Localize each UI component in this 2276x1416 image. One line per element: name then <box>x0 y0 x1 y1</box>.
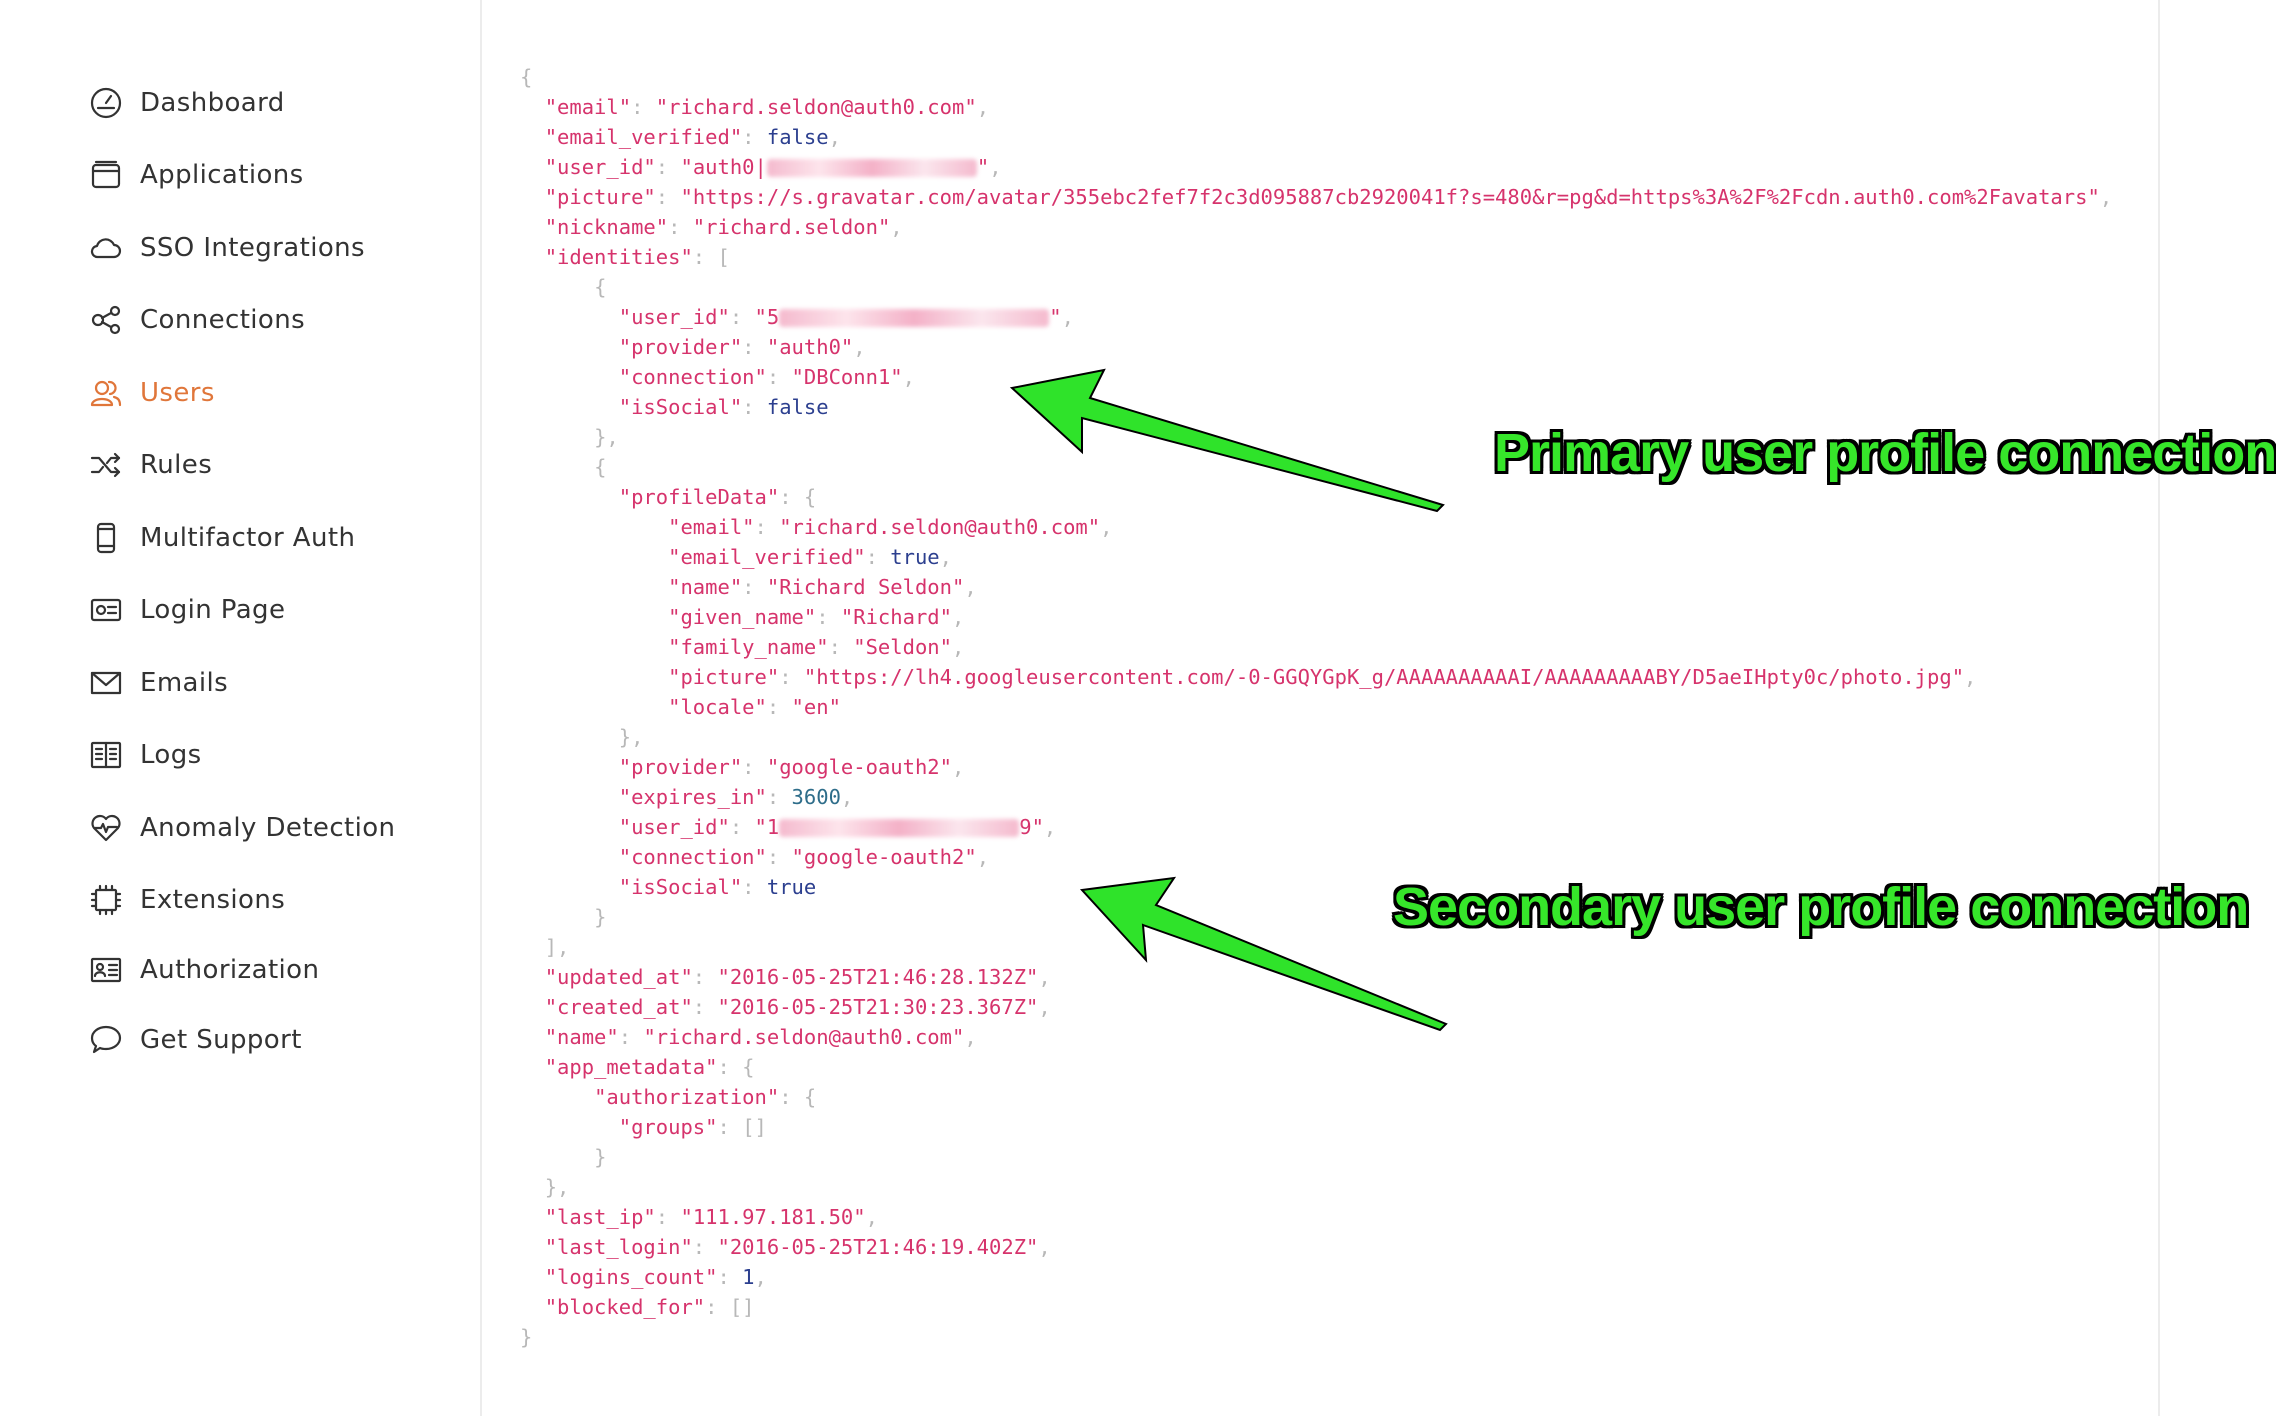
json-line: "app_metadata": { <box>544 1055 755 1079</box>
json-line: } <box>520 1325 533 1349</box>
sidebar-item-label: Rules <box>140 450 213 480</box>
sidebar-item-label: Applications <box>140 160 304 190</box>
users-icon <box>88 375 124 411</box>
json-line: "picture": "https://lh4.googleuserconten… <box>668 665 1977 689</box>
json-line: "user_id": "1 9", <box>618 815 1057 839</box>
json-line: "isSocial": false <box>618 395 829 419</box>
json-line: "provider": "google-oauth2", <box>618 755 965 779</box>
sidebar-item-logs[interactable]: Logs <box>88 733 202 777</box>
json-line: "provider": "auth0", <box>618 335 866 359</box>
chip-icon <box>88 882 124 918</box>
sidebar-item-users[interactable]: Users <box>88 371 215 415</box>
redacted-value <box>779 309 1050 327</box>
json-line: "created_at": "2016-05-25T21:30:23.367Z"… <box>544 995 1051 1019</box>
envelope-icon <box>88 665 124 701</box>
chat-bubble-icon <box>88 1022 124 1058</box>
json-line: "logins_count": 1, <box>544 1265 767 1289</box>
json-line: "last_login": "2016-05-25T21:46:19.402Z"… <box>544 1235 1051 1259</box>
sidebar: Dashboard Applications SSO Integrations … <box>0 0 482 1416</box>
sidebar-item-label: Users <box>140 378 215 408</box>
sidebar-item-dashboard[interactable]: Dashboard <box>88 81 285 125</box>
sidebar-item-label: Connections <box>140 305 306 335</box>
json-line: { <box>594 275 607 299</box>
json-line: "email_verified": true, <box>668 545 952 569</box>
user-json-viewer: { "email": "richard.seldon@auth0.com", "… <box>520 62 2140 1352</box>
json-line: "user_id": "5 ", <box>618 305 1074 329</box>
applications-icon <box>88 157 124 193</box>
json-line: "groups": [] <box>618 1115 767 1139</box>
json-line: "connection": "DBConn1", <box>618 365 915 389</box>
phone-icon <box>88 520 124 556</box>
sidebar-item-label: Anomaly Detection <box>140 813 396 843</box>
dashboard-icon <box>88 85 124 121</box>
book-icon <box>88 737 124 773</box>
redacted-value <box>766 159 977 177</box>
content-border <box>2158 0 2160 1416</box>
json-line: { <box>520 65 533 89</box>
sidebar-item-label: Logs <box>140 740 202 770</box>
sidebar-item-authorization[interactable]: Authorization <box>88 948 319 992</box>
secondary-connection-annotation: Secondary user profile connection <box>1393 877 2249 937</box>
json-line: "authorization": { <box>594 1085 817 1109</box>
redacted-value <box>779 819 1020 837</box>
json-line: "updated_at": "2016-05-25T21:46:28.132Z"… <box>544 965 1051 989</box>
sidebar-item-get-support[interactable]: Get Support <box>88 1018 302 1062</box>
connections-icon <box>88 302 124 338</box>
json-line: }, <box>618 725 644 749</box>
shuffle-icon <box>88 447 124 483</box>
sidebar-item-multifactor-auth[interactable]: Multifactor Auth <box>88 516 355 560</box>
json-line: "family_name": "Seldon", <box>668 635 965 659</box>
json-line: "email": "richard.seldon@auth0.com", <box>544 95 990 119</box>
json-line: "profileData": { <box>618 485 817 509</box>
json-line: "given_name": "Richard", <box>668 605 965 629</box>
json-line: "identities": [ <box>544 245 730 269</box>
sidebar-item-label: Login Page <box>140 595 286 625</box>
json-line: "nickname": "richard.seldon", <box>544 215 903 239</box>
json-line: "user_id": "auth0| ", <box>544 155 1002 179</box>
sidebar-item-sso-integrations[interactable]: SSO Integrations <box>88 226 365 270</box>
sidebar-item-connections[interactable]: Connections <box>88 298 305 342</box>
sidebar-item-label: SSO Integrations <box>140 233 365 263</box>
sidebar-item-label: Get Support <box>140 1025 302 1055</box>
sidebar-item-rules[interactable]: Rules <box>88 443 212 487</box>
sidebar-item-label: Extensions <box>140 885 286 915</box>
sidebar-item-label: Emails <box>140 668 229 698</box>
json-line: "blocked_for": [] <box>544 1295 755 1319</box>
sidebar-item-login-page[interactable]: Login Page <box>88 588 285 632</box>
cloud-icon <box>88 230 124 266</box>
json-line: "connection": "google-oauth2", <box>618 845 990 869</box>
json-line: "picture": "https://s.gravatar.com/avata… <box>544 185 2113 209</box>
sidebar-item-label: Authorization <box>140 955 320 985</box>
json-line: "name": "richard.seldon@auth0.com", <box>544 1025 977 1049</box>
json-line: } <box>594 1145 607 1169</box>
sidebar-item-extensions[interactable]: Extensions <box>88 878 285 922</box>
login-page-icon <box>88 592 124 628</box>
json-line: "expires_in": 3600, <box>618 785 854 809</box>
primary-connection-annotation: Primary user profile connection <box>1494 423 2276 483</box>
sidebar-item-anomaly-detection[interactable]: Anomaly Detection <box>88 806 395 850</box>
json-line: "email_verified": false, <box>544 125 841 149</box>
json-line: }, <box>544 1175 570 1199</box>
heart-pulse-icon <box>88 810 124 846</box>
json-line: "email": "richard.seldon@auth0.com", <box>668 515 1113 539</box>
sidebar-item-emails[interactable]: Emails <box>88 661 228 705</box>
id-card-icon <box>88 952 124 988</box>
sidebar-item-applications[interactable]: Applications <box>88 153 304 197</box>
json-line: "last_ip": "111.97.181.50", <box>544 1205 878 1229</box>
json-line: "name": "Richard Seldon", <box>668 575 977 599</box>
sidebar-item-label: Dashboard <box>140 88 285 118</box>
json-line: "locale": "en" <box>668 695 841 719</box>
sidebar-item-label: Multifactor Auth <box>140 523 356 553</box>
